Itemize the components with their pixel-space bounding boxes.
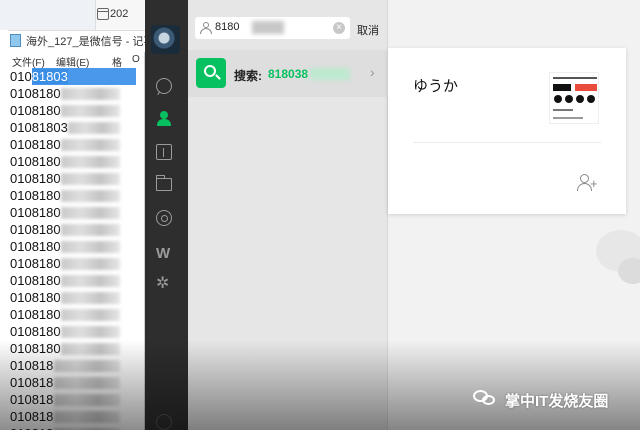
avatar[interactable]: [151, 25, 180, 54]
phone-icon[interactable]: [156, 414, 172, 430]
result-label: 搜索:: [234, 69, 262, 83]
search-value: 8180: [215, 21, 240, 33]
list-item: 0108180: [10, 204, 145, 221]
notepad-icon: [10, 34, 21, 47]
list-item: 0108180: [10, 238, 145, 255]
list-item: 010818: [10, 357, 145, 374]
mini-program-icon[interactable]: ✲: [156, 275, 172, 294]
list-item: 0108180: [10, 255, 145, 272]
list-item: 010818: [10, 408, 145, 425]
list-item: 0108180: [10, 340, 145, 357]
cube-icon[interactable]: [156, 144, 172, 160]
list-item: 0108180: [10, 272, 145, 289]
list-item: 0108180: [10, 102, 145, 119]
list-item: 01081803: [10, 119, 145, 136]
list-item: 0108180: [10, 306, 145, 323]
list-item: 010818: [10, 391, 145, 408]
menu-edit[interactable]: 编辑(E): [56, 54, 89, 69]
calendar-icon: [97, 8, 109, 20]
chat-icon[interactable]: [156, 78, 172, 94]
search-redaction: [252, 21, 284, 34]
cancel-button[interactable]: 取消: [357, 22, 379, 38]
moments-icon[interactable]: [156, 210, 172, 226]
list-item: 0108180: [10, 170, 145, 187]
mini-program-glyph: ✲: [156, 275, 170, 292]
contact-name: ゆうか: [413, 77, 459, 95]
menu-format[interactable]: 格: [112, 54, 122, 69]
search-icon: [196, 58, 226, 88]
list-item: 0108180: [10, 221, 145, 238]
contacts-icon[interactable]: [156, 111, 172, 127]
notepad-title: 海外_127_是微信号 - 记事: [26, 36, 155, 48]
list-item: 0108180: [10, 289, 145, 306]
list-item: 0108180: [10, 153, 145, 170]
contact-avatar[interactable]: [549, 72, 599, 124]
wechat-logo-icon-small: [618, 258, 640, 284]
list-item: 010818: [10, 374, 145, 391]
list-item: 010818: [10, 425, 145, 430]
clear-icon[interactable]: ×: [333, 22, 345, 34]
result-number: 818038: [268, 67, 309, 81]
list-item: 01081803: [10, 68, 145, 85]
chevron-right-icon: ›: [370, 64, 375, 80]
list-item: 0108180: [10, 136, 145, 153]
notepad-menu: 文件(F) 编辑(E) 格 O: [8, 52, 148, 69]
add-contact-icon: [200, 22, 212, 34]
result-redaction: [310, 68, 350, 80]
channels-icon[interactable]: W: [156, 246, 172, 262]
channels-glyph: W: [156, 245, 171, 262]
menu-file[interactable]: 文件(F): [12, 54, 45, 69]
add-friend-icon[interactable]: +: [577, 174, 599, 192]
folder-icon[interactable]: [156, 175, 172, 191]
notepad-text-area[interactable]: 01081803 0108180 0108180 01081803 0108180 010…: [10, 68, 145, 430]
watermark-text: 掌中IT发烧友圈: [505, 393, 609, 410]
list-item: 0108180: [10, 187, 145, 204]
list-item: 0108180: [10, 85, 145, 102]
wechat-watermark-icon: [473, 390, 497, 408]
list-item: 0108180: [10, 323, 145, 340]
date-text: 202: [110, 8, 129, 20]
divider: [413, 142, 601, 143]
menu-view[interactable]: O: [132, 54, 140, 65]
